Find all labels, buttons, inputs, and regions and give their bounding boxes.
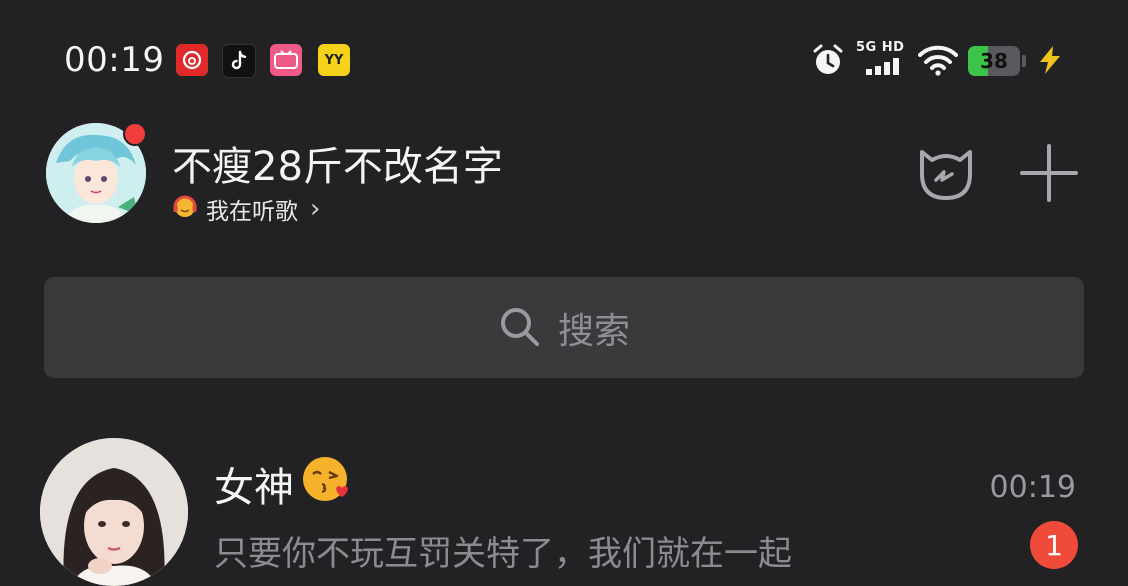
search-placeholder: 搜索 [557,310,630,352]
chevron-right-icon: › [310,194,321,224]
add-icon[interactable] [1020,144,1078,206]
conversation-preview: 只要你不玩互罚关特了，我们就在一起 [214,534,792,574]
status-bar: 00:19 YY 5G HD 38 [0,0,1128,120]
wifi-icon [918,44,958,80]
bilibili-icon [270,44,302,76]
battery-icon: 38 [968,46,1028,76]
netease-music-icon [176,44,208,76]
listening-status[interactable]: 我在听歌 › [172,192,320,226]
unread-badge: 1 [1030,521,1078,569]
network-type-label: 5G HD [856,40,905,55]
conversation-name-text: 女神 [214,465,294,511]
search-icon [498,305,540,351]
cat-face-icon[interactable] [914,142,978,208]
conversation-time: 00:19 [989,470,1076,505]
conversation-name: 女神 [214,454,350,514]
avatar [40,438,188,586]
tiktok-icon [222,44,256,78]
unread-dot [123,122,147,146]
status-text: 我在听歌 [206,199,298,225]
yy-icon: YY [318,44,350,76]
search-bar[interactable]: 搜索 [44,277,1084,378]
kiss-emoji-icon [300,454,350,514]
profile-username[interactable]: 不瘦28斤不改名字 [172,134,503,192]
battery-level: 38 [980,49,1008,73]
cellular-signal-icon: 5G HD [856,40,908,75]
status-time: 00:19 [64,40,165,80]
alarm-icon [810,42,846,82]
music-emoji-icon [172,193,198,225]
charging-bolt-icon [1034,44,1066,80]
